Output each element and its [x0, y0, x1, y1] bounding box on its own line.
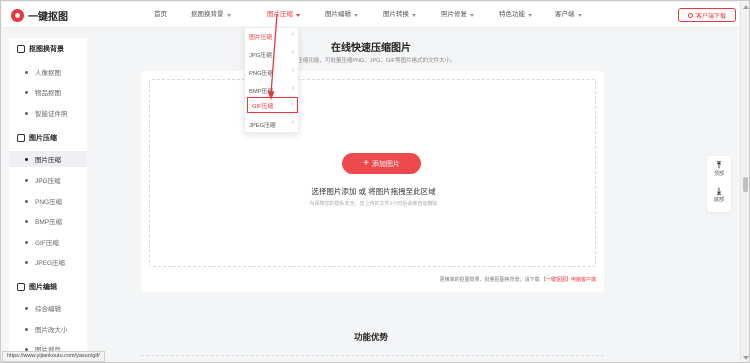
annotation-arrow-head [267, 91, 275, 100]
browser-viewport: 一键抠图 首页 抠图换背景 图片压缩 图片编辑 图片转换 照片修复 特色功能 客… [0, 0, 750, 363]
scroll-up-icon[interactable] [743, 5, 749, 9]
scroll-down-icon[interactable] [743, 356, 749, 360]
annotation-arrow [267, 13, 278, 100]
annotation-arrow-line [270, 13, 278, 95]
status-bar-url: https://www.yijiankoutu.com/yasuo/gif/ [2, 351, 105, 362]
scrollbar-thumb[interactable] [743, 177, 748, 192]
vertical-scrollbar[interactable] [740, 2, 749, 362]
